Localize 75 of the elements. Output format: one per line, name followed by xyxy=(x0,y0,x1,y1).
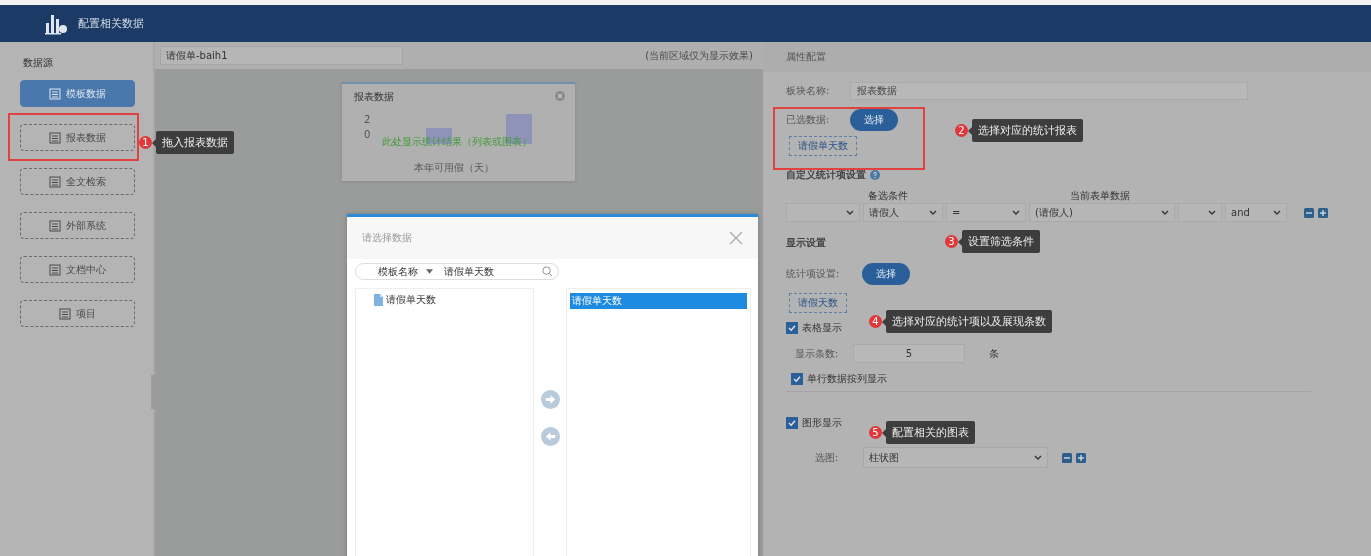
search-icon[interactable] xyxy=(542,266,553,277)
field-label: 已选数据: xyxy=(786,113,831,127)
stat-tag[interactable]: 请假天数 xyxy=(789,293,847,313)
checkbox[interactable] xyxy=(786,322,798,334)
field-label: 选图: xyxy=(815,450,840,465)
dropdown[interactable]: = xyxy=(946,203,1026,222)
plus-icon[interactable] xyxy=(1318,207,1328,218)
checkbox-label: 表格显示 xyxy=(802,321,842,335)
field-label: 板块名称: xyxy=(786,84,831,98)
column-header: 当前表单数据 xyxy=(1070,189,1130,203)
arrow-left-icon[interactable] xyxy=(540,427,560,446)
chart-type-dropdown[interactable]: 柱状图 xyxy=(863,447,1048,468)
field-label: 统计项设置: xyxy=(786,267,841,281)
dropdown[interactable]: 请假人 xyxy=(863,203,943,222)
caret-icon xyxy=(1012,210,1020,215)
preview-card[interactable]: 报表数据 2 0 此处显示统计结果（列表或图表） 本年可用假（天） xyxy=(342,82,575,181)
list-item[interactable]: 请假单天数 xyxy=(570,293,747,309)
close-icon[interactable] xyxy=(729,231,743,245)
minus-icon[interactable] xyxy=(1304,207,1314,218)
dropdown[interactable]: and xyxy=(1225,203,1287,222)
column-header: 备选条件 xyxy=(868,189,908,203)
caret-icon xyxy=(426,269,433,274)
data-source-item[interactable]: 文档中心 xyxy=(20,256,135,283)
unit-label: 条 xyxy=(989,346,999,361)
hint-text: (当前区域仅为显示效果) xyxy=(645,48,753,63)
data-tag[interactable]: 请假单天数 xyxy=(789,136,857,156)
page-title: 配置相关数据 xyxy=(78,16,144,31)
sidebar-title: 数据源 xyxy=(23,56,53,70)
name-field[interactable]: 请假单-baih1 xyxy=(160,46,403,65)
dropdown[interactable] xyxy=(1178,203,1222,222)
plus-icon[interactable] xyxy=(1076,452,1086,463)
caret-icon xyxy=(929,210,937,215)
help-icon[interactable] xyxy=(870,170,880,180)
caret-icon xyxy=(1208,210,1216,215)
data-source-item[interactable]: 项目 xyxy=(20,300,135,327)
placeholder-message: 此处显示统计结果（列表或图表） xyxy=(382,135,532,149)
file-icon xyxy=(373,294,383,306)
caret-icon xyxy=(1034,455,1042,460)
axis-label: 0 xyxy=(364,129,371,140)
section-title: 自定义统计项设置 xyxy=(786,168,866,182)
checkbox[interactable] xyxy=(791,373,803,385)
section-title: 显示设置 xyxy=(786,236,826,250)
caret-icon xyxy=(1273,210,1281,215)
close-icon[interactable] xyxy=(555,91,565,101)
caret-icon xyxy=(1161,210,1169,215)
axis-caption: 本年可用假（天） xyxy=(414,161,494,175)
document-icon xyxy=(59,307,71,320)
arrow-right-icon[interactable] xyxy=(540,390,560,409)
field-label: 显示条数: xyxy=(795,346,840,361)
list-item[interactable]: 请假单天数 xyxy=(356,293,533,307)
splitter-handle[interactable] xyxy=(151,375,156,409)
card-title: 报表数据 xyxy=(354,90,394,104)
select-button[interactable]: 选择 xyxy=(850,109,898,131)
checkbox-label: 单行数据按列显示 xyxy=(807,372,887,386)
document-icon xyxy=(49,263,61,276)
document-icon xyxy=(49,219,61,232)
data-source-item[interactable]: 模板数据 xyxy=(20,80,135,107)
select-button[interactable]: 选择 xyxy=(862,263,910,285)
document-icon xyxy=(49,175,61,188)
checkbox-label: 图形显示 xyxy=(802,416,842,430)
block-name-field[interactable]: 报表数据 xyxy=(850,82,1248,100)
document-icon xyxy=(49,87,61,100)
panel-title: 属性配置 xyxy=(763,42,1371,72)
dialog-title: 请选择数据 xyxy=(362,231,412,245)
dropdown[interactable]: (请假人) xyxy=(1029,203,1175,222)
axis-label: 2 xyxy=(364,114,371,125)
row-count-field[interactable]: 5 xyxy=(853,344,965,363)
document-icon xyxy=(49,131,61,144)
data-source-item[interactable]: 报表数据 xyxy=(20,124,135,151)
checkbox[interactable] xyxy=(786,417,798,429)
data-source-item[interactable]: 外部系统 xyxy=(20,212,135,239)
bar-chart-icon xyxy=(44,12,68,35)
caret-icon xyxy=(846,210,854,215)
minus-icon[interactable] xyxy=(1062,452,1072,463)
data-source-item[interactable]: 全文检索 xyxy=(20,168,135,195)
